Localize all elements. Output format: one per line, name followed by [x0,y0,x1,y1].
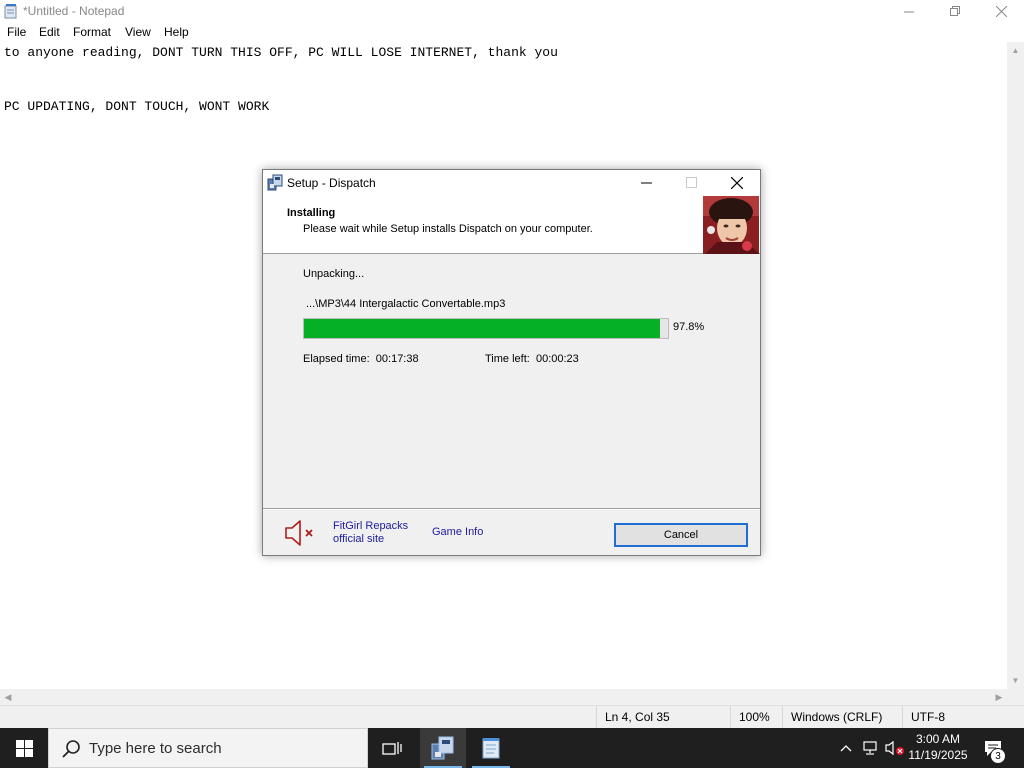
notepad-taskbar-icon [482,738,500,759]
wizard-header: Installing Please wait while Setup insta… [263,195,760,254]
network-icon [863,741,877,755]
page-subtitle: Please wait while Setup installs Dispatc… [303,223,593,235]
search-icon [62,740,80,758]
menu-bar: File Edit Format View Help [0,23,1024,42]
scroll-left-icon[interactable]: ◀ [0,689,16,705]
setup-maximize-button[interactable] [669,170,714,195]
page-title: Installing [287,207,336,219]
setup-dialog: Setup - Dispatch Installing Please wait … [262,169,761,556]
install-progress-bar [303,318,669,339]
search-placeholder: Type here to search [89,740,222,757]
notepad-titlebar[interactable]: *Untitled - Notepad [0,0,1024,23]
time-left: Time left: 00:00:23 [485,353,579,365]
install-status-label: Unpacking... [303,268,365,280]
elapsed-label: Elapsed time: [303,353,370,365]
taskbar-search[interactable]: Type here to search [48,728,368,768]
menu-help[interactable]: Help [164,25,189,39]
window-title: *Untitled - Notepad [23,4,125,18]
scroll-down-icon[interactable]: ▼ [1007,672,1024,689]
minimize-button[interactable] [886,0,932,23]
system-clock[interactable]: 3:00 AM 11/19/2025 [905,731,971,763]
setup-title: Setup - Dispatch [287,176,376,190]
status-encoding: UTF-8 [902,706,1024,728]
muted-speaker-icon[interactable] [283,518,319,548]
close-icon [730,176,743,189]
time-left-value: 00:00:23 [535,353,579,365]
volume-muted-icon [885,740,904,756]
taskbar-notepad-app[interactable] [468,728,514,768]
text-line: PC UPDATING, DONT TOUCH, WONT WORK [4,99,270,114]
close-icon [995,6,1007,17]
status-zoom: 100% [730,706,782,728]
notepad-icon [4,4,17,19]
status-bar: Ln 4, Col 35 100% Windows (CRLF) UTF-8 [0,705,1024,728]
wizard-portrait-image [703,196,759,254]
notification-count-badge: 3 [990,748,1006,764]
chevron-up-icon [840,745,852,752]
menu-view[interactable]: View [125,25,151,39]
text-line: to anyone reading, DONT TURN THIS OFF, P… [4,45,558,60]
minimize-icon [641,182,652,184]
vertical-scrollbar[interactable]: ▲ ▼ [1007,42,1024,689]
current-file-label: ...\MP3\44 Intergalactic Convertable.mp3 [306,298,506,310]
clock-date: 11/19/2025 [908,748,968,762]
fitgirl-link-line1: FitGirl Repacks [333,520,409,532]
task-view-icon [382,742,402,755]
restore-icon [949,6,960,16]
menu-edit[interactable]: Edit [39,25,60,39]
taskbar: Type here to search 3:00 AM 11/19/2025 [0,728,1024,768]
clock-time: 3:00 AM [915,732,961,746]
maximize-icon [686,177,697,188]
task-view-button[interactable] [369,728,415,768]
elapsed-time: Elapsed time: 00:17:38 [303,353,419,365]
setup-titlebar[interactable]: Setup - Dispatch [263,170,760,195]
setup-close-button[interactable] [714,170,759,195]
progress-percent: 97.8% [673,321,705,333]
status-line-ending: Windows (CRLF) [782,706,902,728]
start-button[interactable] [0,728,48,768]
network-button[interactable] [860,728,882,768]
progress-fill [304,319,660,338]
setup-minimize-button[interactable] [624,170,669,195]
minimize-icon [903,11,914,13]
horizontal-scrollbar[interactable]: ◀ ▶ [0,689,1024,705]
fitgirl-site-link[interactable]: FitGirl Repacks official site [333,520,408,546]
setup-taskbar-icon [431,736,454,760]
windows-start-icon [15,739,33,757]
volume-button[interactable] [884,728,906,768]
scroll-up-icon[interactable]: ▲ [1007,42,1024,59]
cancel-button[interactable]: Cancel [614,523,748,547]
footer-divider [263,508,760,510]
fitgirl-link-line2: official site [333,533,385,545]
time-left-label: Time left: [485,353,530,365]
status-position: Ln 4, Col 35 [596,706,730,728]
menu-format[interactable]: Format [73,25,111,39]
show-hidden-icons[interactable] [836,728,856,768]
menu-file[interactable]: File [7,25,26,39]
elapsed-value: 00:17:38 [375,353,419,365]
close-button[interactable] [978,0,1024,23]
scroll-right-icon[interactable]: ▶ [991,689,1007,705]
setup-app-icon [267,174,283,191]
taskbar-setup-app[interactable] [420,728,466,768]
restore-button[interactable] [932,0,978,23]
game-info-link[interactable]: Game Info [432,526,483,539]
